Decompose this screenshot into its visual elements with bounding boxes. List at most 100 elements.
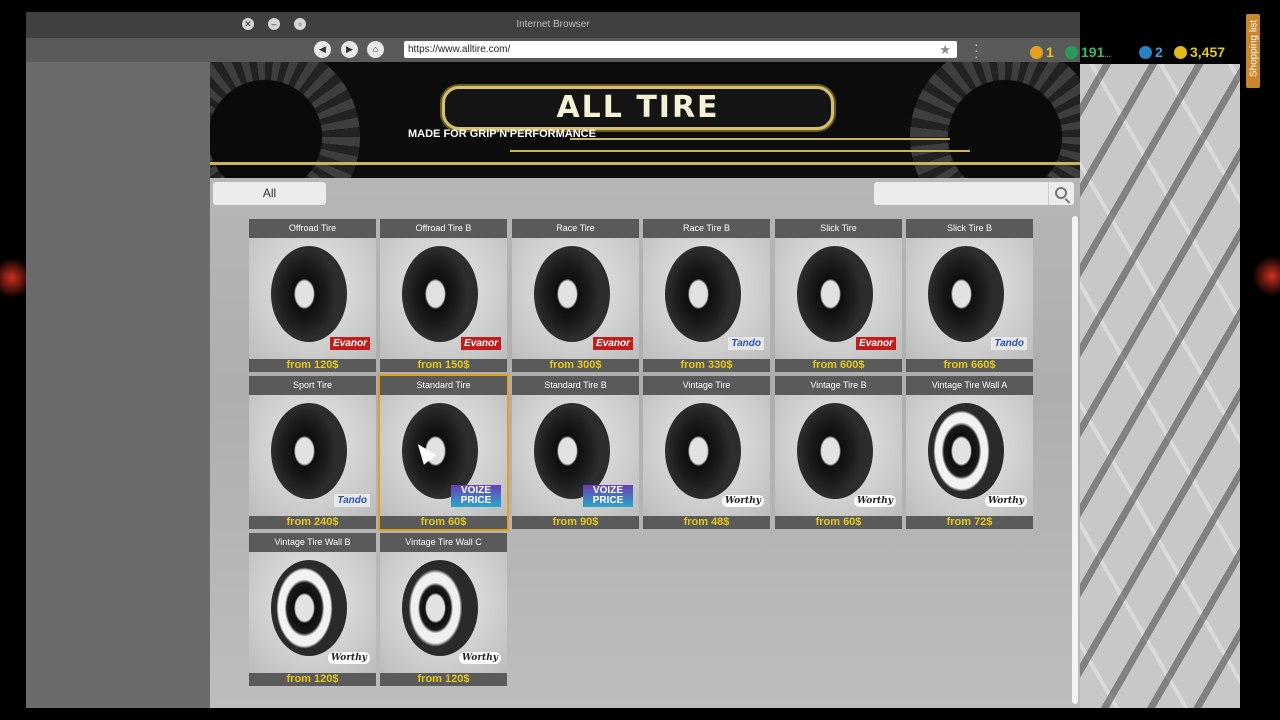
tire-tread-right [910,62,1080,178]
tire-icon [797,403,873,499]
product-image: VOIZE PRICE [380,395,507,516]
brand-logo: Worthy [327,652,370,664]
tire-icon [271,246,347,342]
product-image: Worthy [249,552,376,673]
search-button[interactable] [1048,182,1074,205]
product-title: Standard Tire B [512,376,639,395]
brand-logo: Tando [728,337,764,350]
title-bar: ✕ – ▫ Internet Browser [26,12,1080,38]
bookmark-star-icon[interactable]: ★ [935,41,951,58]
product-image: Evanor [775,238,902,359]
product-card[interactable]: Vintage Tire Wall A Worthy from 72$ [906,376,1033,529]
product-image: Tando [249,395,376,516]
product-image: Worthy [775,395,902,516]
url-text: https://www.alltire.com/ [408,44,511,55]
product-image: Evanor [512,238,639,359]
tire-icon [797,246,873,342]
product-card[interactable]: Vintage Tire Wall B Worthy from 120$ [249,533,376,686]
tire-icon [402,246,478,342]
window-title: Internet Browser [516,19,590,30]
site-banner: ALL TIRE MADE FOR GRIP'N'PERFORMANCE [210,62,1080,178]
product-image: Evanor [380,238,507,359]
brand-logo: VOIZE PRICE [583,485,633,507]
money-value: 3,457 [1190,44,1226,60]
product-image: Worthy [643,395,770,516]
product-title: Vintage Tire [643,376,770,395]
banner-stripe [570,138,950,140]
tire-icon [928,246,1004,342]
hud-clock: 2 [1139,44,1163,60]
product-image: Worthy [906,395,1033,516]
product-card[interactable]: Slick Tire B Tando from 660$ [906,219,1033,372]
product-title: Race Tire B [643,219,770,238]
product-title: Slick Tire B [906,219,1033,238]
product-image: VOIZE PRICE [512,395,639,516]
product-title: Offroad Tire B [380,219,507,238]
product-card[interactable]: Sport Tire Tando from 240$ [249,376,376,529]
level-value: 1 [1046,44,1054,60]
product-card[interactable]: Standard Tire VOIZE PRICE from 60$ [378,374,509,531]
category-all-button[interactable]: All [213,182,326,205]
product-title: Offroad Tire [249,219,376,238]
hud-xp: 191... [1065,44,1111,60]
tire-icon [665,246,741,342]
forward-button[interactable]: ▶ [341,41,358,58]
all-tire-logo: ALL TIRE [442,86,834,130]
product-price: from 60$ [775,516,902,529]
brand-logo: Worthy [721,495,764,507]
product-title: Vintage Tire Wall B [249,533,376,552]
brand-logo: Worthy [853,495,896,507]
product-card[interactable]: Race Tire B Tando from 330$ [643,219,770,372]
brand-logo: Evanor [330,337,370,350]
shop-content: All Offroad Tire Evanor from 120$ Offroad T… [210,178,1080,708]
xp-value: 191 [1081,44,1105,60]
product-title: Slick Tire [775,219,902,238]
product-price: from 90$ [512,516,639,529]
product-title: Vintage Tire B [775,376,902,395]
product-card[interactable]: Offroad Tire Evanor from 120$ [249,219,376,372]
tire-icon [534,246,610,342]
navigation-bar: ◀ ▶ ⌂ https://www.alltire.com/ ★ · · · [26,37,1080,63]
brand-logo: Worthy [984,495,1027,507]
tire-icon [271,560,347,656]
hud-money: 3,457 [1174,44,1225,60]
tire-tread-left [210,62,360,178]
back-button[interactable]: ◀ [314,41,331,58]
product-image: Tando [906,238,1033,359]
product-title: Vintage Tire Wall A [906,376,1033,395]
tire-icon [271,403,347,499]
red-glow-right [1252,256,1280,296]
home-button[interactable]: ⌂ [367,41,384,58]
shopping-list-tab[interactable]: Shopping list [1246,14,1260,88]
product-price: from 120$ [249,673,376,686]
search-box[interactable] [874,182,1074,205]
product-title: Vintage Tire Wall C [380,533,507,552]
product-price: from 600$ [775,359,902,372]
product-image: Tando [643,238,770,359]
tire-icon [928,403,1004,499]
product-card[interactable]: Offroad Tire B Evanor from 150$ [380,219,507,372]
product-price: from 660$ [906,359,1033,372]
product-card[interactable]: Vintage Tire Worthy from 48$ [643,376,770,529]
scrollbar[interactable] [1072,216,1078,704]
product-price: from 72$ [906,516,1033,529]
xp-suffix: ... [1104,50,1112,59]
tire-icon [402,560,478,656]
clock-icon [1139,46,1152,59]
product-price: from 120$ [380,673,507,686]
product-price: from 330$ [643,359,770,372]
brand-logo: Evanor [856,337,896,350]
address-bar[interactable]: https://www.alltire.com/ ★ [404,41,957,58]
product-card[interactable]: Race Tire Evanor from 300$ [512,219,639,372]
brand-logo: Tando [991,337,1027,350]
brand-logo: Evanor [461,337,501,350]
product-price: from 60$ [380,516,507,529]
tire-icon [665,403,741,499]
product-card[interactable]: Slick Tire Evanor from 600$ [775,219,902,372]
clock-count: 2 [1155,44,1163,60]
banner-tagline: MADE FOR GRIP'N'PERFORMANCE [408,128,596,140]
product-card[interactable]: Vintage Tire B Worthy from 60$ [775,376,902,529]
product-card[interactable]: Standard Tire B VOIZE PRICE from 90$ [512,376,639,529]
browser-menu-icon[interactable]: · · · [974,37,979,63]
product-card[interactable]: Vintage Tire Wall C Worthy from 120$ [380,533,507,686]
